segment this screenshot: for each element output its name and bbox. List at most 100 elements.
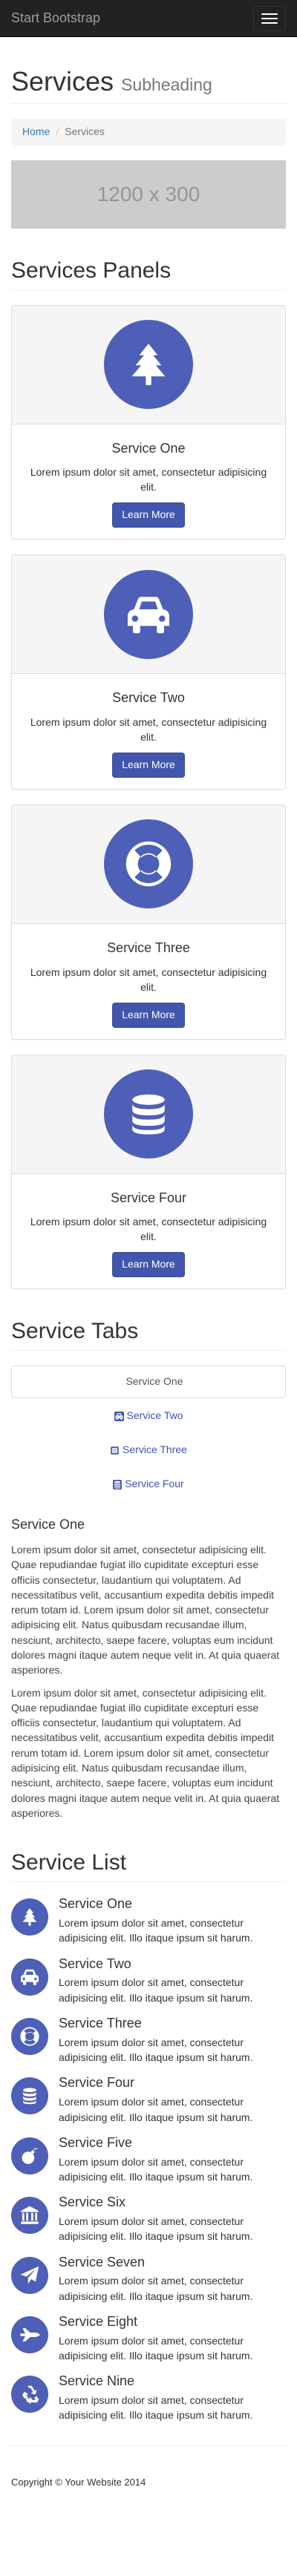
list-item: Service Nine Lorem ipsum dolor sit amet,… — [11, 2374, 286, 2422]
panel-title: Service Two — [112, 690, 185, 706]
tree-icon — [20, 1907, 39, 1927]
panel-title: Service Four — [110, 1190, 187, 1205]
tab-service-four[interactable]: Service Four — [11, 1468, 286, 1501]
tab-label: Service Four — [125, 1478, 184, 1490]
list-icon-circle — [11, 2316, 48, 2353]
support-icon — [110, 1446, 120, 1455]
service-panel: Service Two Lorem ipsum dolor sit amet, … — [11, 554, 286, 790]
list-item-text: Lorem ipsum dolor sit amet, consectetur … — [59, 2036, 253, 2064]
life-ring-icon — [122, 837, 175, 891]
navbar-brand[interactable]: Start Bootstrap — [11, 9, 100, 28]
list-item: Service Eight Lorem ipsum dolor sit amet… — [11, 2313, 286, 2363]
list-icon-circle — [11, 2197, 48, 2235]
service-tabs: Service One Service Two Service Three Se… — [11, 1366, 286, 1501]
navbar-toggle-button[interactable] — [253, 5, 286, 31]
list-item-title: Service Nine — [59, 2373, 135, 2389]
panel-title: Service Three — [107, 940, 190, 955]
tab-content: Service One Lorem ipsum dolor sit amet, … — [11, 1515, 286, 1820]
panel-text: Lorem ipsum dolor sit amet, consectetur … — [30, 466, 267, 494]
panel-icon-circle — [104, 569, 193, 659]
list-item-title: Service Three — [59, 2016, 142, 2031]
panel-text: Lorem ipsum dolor sit amet, consectetur … — [30, 715, 267, 743]
car-icon — [123, 589, 174, 640]
tab-content-paragraph: Lorem ipsum dolor sit amet, consectetur … — [11, 1543, 280, 1677]
tabs-section-title: Service Tabs — [11, 1319, 139, 1344]
car-icon — [114, 1412, 124, 1421]
learn-more-button[interactable]: Learn More — [112, 752, 185, 778]
list-item: Service Seven Lorem ipsum dolor sit amet… — [11, 2255, 286, 2304]
list-item-title: Service Six — [59, 2195, 126, 2210]
recycle-icon — [19, 2384, 40, 2405]
hamburger-icon-bar — [261, 13, 278, 15]
learn-more-button[interactable]: Learn More — [112, 502, 185, 528]
list-item: Service Five Lorem ipsum dolor sit amet,… — [11, 2134, 286, 2184]
tree-icon — [114, 1377, 123, 1386]
panel-icon-circle — [104, 1069, 193, 1159]
list-item-text: Lorem ipsum dolor sit amet, consectetur … — [59, 2155, 253, 2183]
tab-service-two[interactable]: Service Two — [11, 1400, 286, 1432]
page-title: Services Subheading — [11, 67, 286, 96]
list-item: Service One Lorem ipsum dolor sit amet, … — [11, 1896, 286, 1945]
panel-body: Service Three Lorem ipsum dolor sit amet… — [12, 924, 285, 1039]
list-item-text: Lorem ipsum dolor sit amet, consectetur … — [59, 2394, 253, 2422]
panels-section-header: Services Panels — [11, 258, 286, 290]
page-subheading: Subheading — [121, 75, 212, 94]
page-header: Services Subheading — [11, 67, 286, 104]
database-icon — [113, 1480, 122, 1489]
footer: Copyright © Your Website 2014 — [11, 2445, 286, 2520]
panel-icon-circle — [104, 320, 193, 410]
breadcrumb: Home / Services — [11, 118, 286, 145]
main-container: Services Subheading Home / Services 1200… — [0, 67, 297, 2519]
hero-image-label: 1200 x 300 — [97, 182, 200, 206]
tab-label: Service One — [125, 1375, 183, 1388]
tab-label: Service Three — [123, 1443, 187, 1456]
learn-more-button[interactable]: Learn More — [112, 1252, 185, 1278]
panel-heading — [12, 1055, 285, 1174]
panel-body: Service Two Lorem ipsum dolor sit amet, … — [12, 674, 285, 789]
tab-content-paragraph: Lorem ipsum dolor sit amet, consectetur … — [11, 1686, 280, 1819]
panel-heading — [12, 804, 285, 924]
list-item-title: Service One — [59, 1896, 133, 1912]
service-panel: Service Four Lorem ipsum dolor sit amet,… — [11, 1054, 286, 1290]
tab-content-title: Service One — [11, 1517, 85, 1533]
list-icon-circle — [11, 2077, 48, 2115]
list-icon-circle — [11, 2256, 48, 2294]
footer-copyright: Copyright © Your Website 2014 — [11, 2476, 146, 2488]
list-item-title: Service Four — [59, 2075, 135, 2091]
hamburger-icon-bar — [261, 22, 278, 24]
list-item: Service Four Lorem ipsum dolor sit amet,… — [11, 2076, 286, 2124]
breadcrumb-current: Services — [65, 125, 105, 137]
tab-service-three[interactable]: Service Three — [11, 1434, 286, 1466]
database-icon — [20, 2086, 39, 2105]
list-item: Service Two Lorem ipsum dolor sit amet, … — [11, 1956, 286, 2005]
list-section-header: Service List — [11, 1850, 286, 1883]
paper-plane-icon — [19, 2265, 40, 2286]
list-section-title: Service List — [11, 1850, 127, 1875]
list-icon-circle — [11, 1898, 48, 1936]
page-title-text: Services — [11, 66, 114, 96]
tree-icon — [125, 341, 172, 387]
list-item-title: Service Eight — [59, 2313, 138, 2329]
list-icon-circle — [11, 2137, 48, 2174]
tabs-section-header: Service Tabs — [11, 1319, 286, 1351]
panel-heading — [12, 305, 285, 425]
services-panels: Service One Lorem ipsum dolor sit amet, … — [11, 304, 286, 1290]
list-item-text: Lorem ipsum dolor sit amet, consectetur … — [59, 2275, 253, 2302]
hamburger-icon-bar — [261, 17, 278, 19]
list-item-text: Lorem ipsum dolor sit amet, consectetur … — [59, 2334, 253, 2362]
life-ring-icon — [19, 2025, 41, 2048]
list-item-title: Service Five — [59, 2134, 133, 2150]
hero-image-placeholder: 1200 x 300 — [11, 160, 286, 229]
panel-body: Service Four Lorem ipsum dolor sit amet,… — [12, 1174, 285, 1289]
breadcrumb-separator: / — [56, 125, 59, 137]
database-icon — [125, 1090, 172, 1138]
list-item-text: Lorem ipsum dolor sit amet, consectetur … — [59, 2215, 253, 2243]
service-list: Service One Lorem ipsum dolor sit amet, … — [11, 1896, 286, 2423]
tab-service-one[interactable]: Service One — [11, 1366, 286, 1399]
list-item-text: Lorem ipsum dolor sit amet, consectetur … — [59, 1976, 253, 2004]
learn-more-button[interactable]: Learn More — [112, 1002, 185, 1028]
list-item: Service Six Lorem ipsum dolor sit amet, … — [11, 2195, 286, 2244]
list-icon-circle — [11, 2376, 48, 2413]
breadcrumb-home-link[interactable]: Home — [22, 125, 50, 140]
list-item-text: Lorem ipsum dolor sit amet, consectetur … — [59, 1917, 253, 1944]
